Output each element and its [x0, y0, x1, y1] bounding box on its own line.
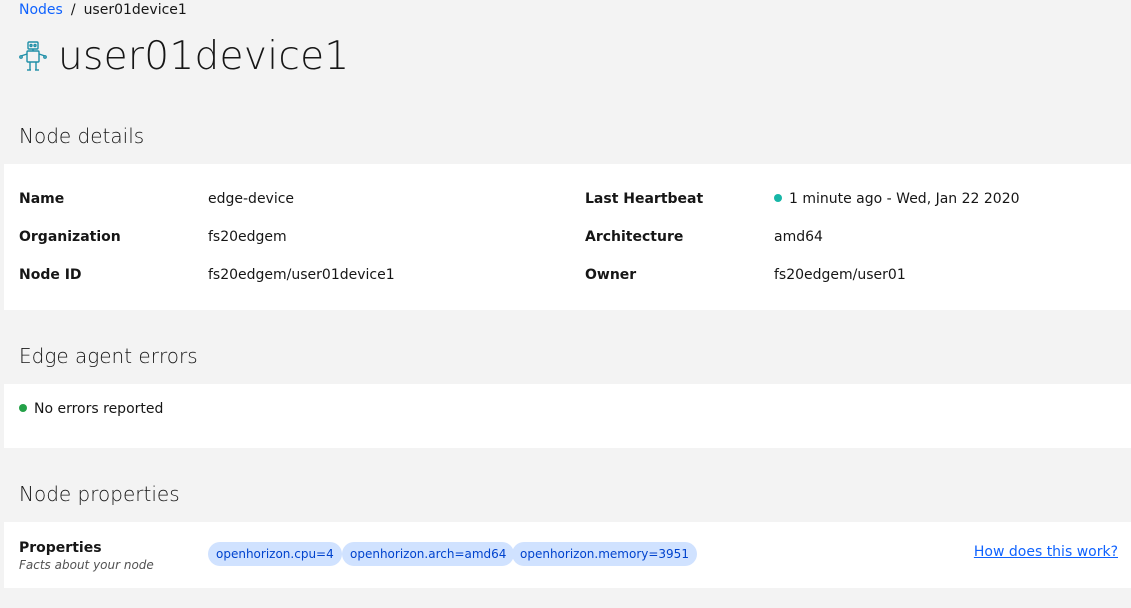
- node-details-card: Name edge-device Organization fs20edgem …: [4, 164, 1131, 310]
- property-tag-memory: openhorizon.memory=3951: [512, 542, 697, 566]
- page-header: user01device1: [18, 34, 350, 79]
- last-heartbeat-label: Last Heartbeat: [585, 191, 704, 207]
- how-does-this-work-link[interactable]: How does this work?: [974, 544, 1118, 560]
- node-properties-card: Properties Facts about your node openhor…: [4, 522, 1131, 588]
- edge-agent-errors-card: No errors reported: [4, 384, 1131, 448]
- last-heartbeat-value: 1 minute ago - Wed, Jan 22 2020: [774, 191, 1020, 207]
- organization-value: fs20edgem: [208, 229, 287, 245]
- breadcrumb-current: user01device1: [83, 2, 187, 18]
- section-title-node-details: Node details: [19, 124, 145, 148]
- property-tag-cpu: openhorizon.cpu=4: [208, 542, 342, 566]
- properties-label: Properties: [19, 540, 102, 556]
- properties-subtitle: Facts about your node: [19, 558, 154, 572]
- errors-status-text: No errors reported: [34, 401, 164, 417]
- owner-label: Owner: [585, 267, 637, 283]
- page-title: user01device1: [58, 34, 350, 79]
- organization-label: Organization: [19, 229, 121, 245]
- node-id-label: Node ID: [19, 267, 82, 283]
- architecture-value: amd64: [774, 229, 823, 245]
- section-title-edge-agent-errors: Edge agent errors: [19, 344, 198, 368]
- owner-value: fs20edgem/user01: [774, 267, 906, 283]
- architecture-label: Architecture: [585, 229, 684, 245]
- errors-status: No errors reported: [19, 401, 163, 417]
- property-tag-arch: openhorizon.arch=amd64: [342, 542, 515, 566]
- ok-status-dot: [19, 404, 27, 412]
- name-label: Name: [19, 191, 65, 207]
- node-id-value: fs20edgem/user01device1: [208, 267, 395, 283]
- breadcrumb-separator: /: [70, 2, 76, 18]
- section-title-node-properties: Node properties: [19, 482, 180, 506]
- name-value: edge-device: [208, 191, 295, 207]
- robot-icon: [19, 40, 47, 71]
- heartbeat-text: 1 minute ago - Wed, Jan 22 2020: [789, 191, 1020, 207]
- breadcrumb-link-nodes[interactable]: Nodes: [19, 2, 63, 18]
- heartbeat-status-dot: [774, 194, 782, 202]
- breadcrumb: Nodes / user01device1: [19, 2, 187, 18]
